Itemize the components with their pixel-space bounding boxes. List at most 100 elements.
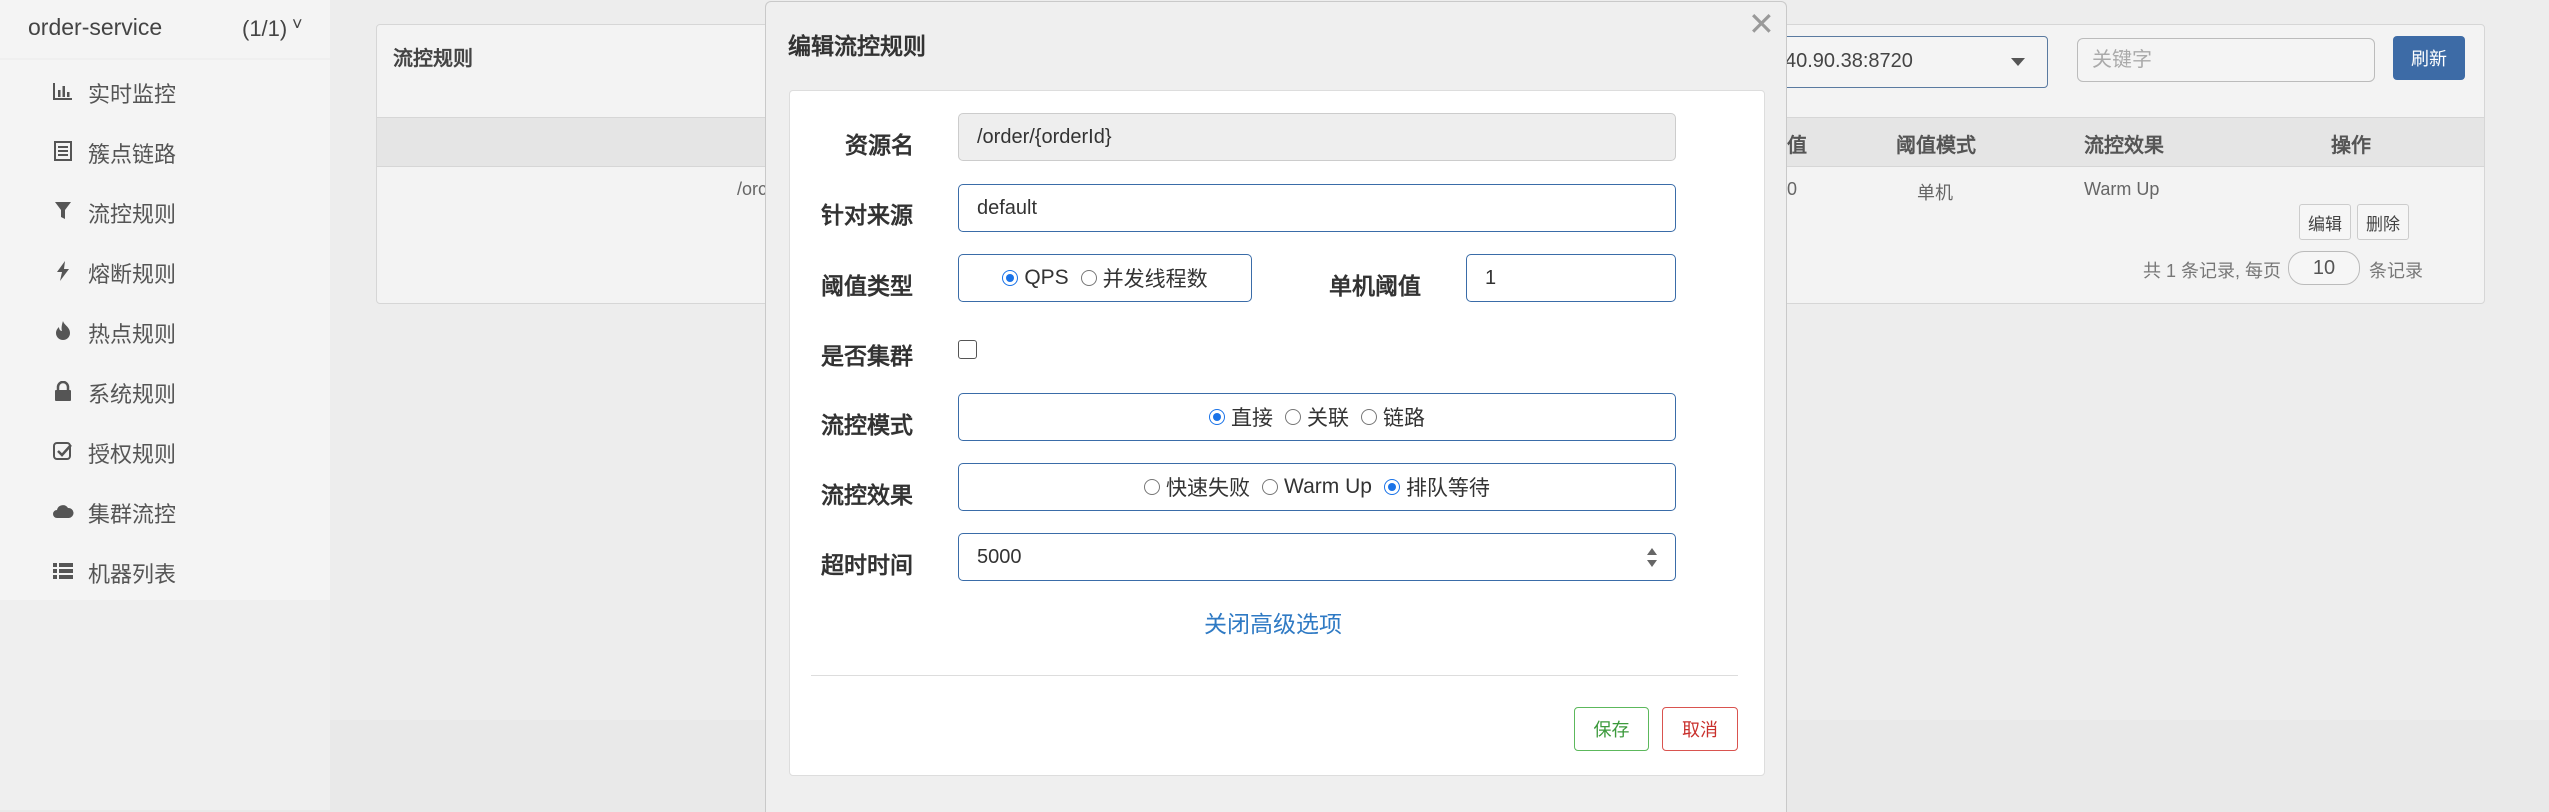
flow-effect-radio-group: 快速失败 Warm Up 排队等待 <box>958 463 1676 511</box>
sidebar-item-label: 授权规则 <box>88 442 177 467</box>
column-header-threshold: 值 <box>1787 135 1807 157</box>
flow-mode-chain-radio[interactable]: 链路 <box>1361 402 1425 432</box>
radio-label: 快速失败 <box>1166 477 1251 500</box>
app-header[interactable]: order-service (1/1) ˅ <box>0 0 330 58</box>
panel-title: 流控规则 <box>393 48 473 70</box>
radio-unchecked-icon <box>1080 270 1097 286</box>
fire-icon <box>52 320 74 342</box>
threshold-type-label: 阈值类型 <box>821 273 913 299</box>
delete-rule-button[interactable]: 删除 <box>2357 204 2409 240</box>
radio-label: Warm Up <box>1284 475 1372 498</box>
page-size-input[interactable]: 10 <box>2288 251 2360 285</box>
resource-name-value: /order/{orderId} <box>977 126 1112 148</box>
radio-label: 关联 <box>1307 407 1349 430</box>
filter-icon <box>52 200 74 222</box>
pager-summary: 共 1 条记录, 每页 <box>2143 261 2282 281</box>
sidebar-item-label: 熔断规则 <box>88 262 177 287</box>
sidebar-item-cluster-flow[interactable]: 集群流控 <box>0 480 330 540</box>
column-header-flow-effect: 流控效果 <box>2084 135 2164 157</box>
lock-icon <box>52 380 74 402</box>
threshold-type-thread-radio[interactable]: 并发线程数 <box>1080 263 1208 293</box>
modal-title: 编辑流控规则 <box>788 33 926 59</box>
close-icon[interactable]: ✕ <box>1748 8 1775 40</box>
sidebar-item-machine-list[interactable]: 机器列表 <box>0 540 330 600</box>
flow-mode-label: 流控模式 <box>821 412 913 438</box>
flow-mode-relate-radio[interactable]: 关联 <box>1285 402 1349 432</box>
flow-mode-direct-radio[interactable]: 直接 <box>1209 402 1273 432</box>
column-header-threshold-mode: 阈值模式 <box>1896 135 1976 157</box>
radio-label: 并发线程数 <box>1102 268 1208 291</box>
number-spinner-icon[interactable] <box>1647 546 1657 572</box>
timeout-label: 超时时间 <box>821 552 913 578</box>
column-header-actions: 操作 <box>2331 135 2371 157</box>
sidebar-item-system-rules[interactable]: 系统规则 <box>0 360 330 420</box>
flow-mode-radio-group: 直接 关联 链路 <box>958 393 1676 441</box>
radio-unchecked-icon <box>1361 409 1377 425</box>
radio-checked-icon <box>1002 270 1019 286</box>
radio-checked-icon <box>1383 479 1400 495</box>
list-icon <box>52 140 74 162</box>
radio-checked-icon <box>1209 409 1225 425</box>
cell-threshold-mode: 单机 <box>1917 183 1953 203</box>
radio-unchecked-icon <box>1262 479 1279 495</box>
pager-suffix: 条记录 <box>2369 261 2423 281</box>
radio-label: 直接 <box>1231 407 1273 430</box>
caret-down-icon <box>2011 58 2025 66</box>
cancel-button[interactable]: 取消 <box>1662 707 1738 751</box>
single-threshold-input[interactable]: 1 <box>1466 254 1676 302</box>
source-label: 针对来源 <box>821 202 913 228</box>
app-instance-count: (1/1) <box>242 16 288 41</box>
resource-name-label: 资源名 <box>845 132 914 158</box>
refresh-button[interactable]: 刷新 <box>2393 36 2465 80</box>
app-name: order-service <box>28 14 163 40</box>
sidebar-item-label: 实时监控 <box>88 82 177 107</box>
sidebar-item-degrade-rules[interactable]: 熔断规则 <box>0 240 330 300</box>
save-button[interactable]: 保存 <box>1574 707 1649 751</box>
cluster-checkbox[interactable] <box>958 340 977 359</box>
radio-unchecked-icon <box>1285 409 1301 425</box>
flow-effect-warm-up-radio[interactable]: Warm Up <box>1262 475 1372 499</box>
flow-effect-label: 流控效果 <box>821 482 913 508</box>
sidebar-item-authority-rules[interactable]: 授权规则 <box>0 420 330 480</box>
source-value: default <box>977 197 1038 219</box>
close-advanced-options-link[interactable]: 关闭高级选项 <box>1204 605 1342 639</box>
single-threshold-label: 单机阈值 <box>1329 273 1421 299</box>
machine-select-value: 40.90.38:8720 <box>1785 50 1913 72</box>
radio-label: 链路 <box>1383 407 1425 430</box>
flow-effect-queue-radio[interactable]: 排队等待 <box>1383 472 1490 502</box>
sidebar-item-flow-rules[interactable]: 流控规则 <box>0 180 330 240</box>
cluster-label: 是否集群 <box>821 343 913 369</box>
sidebar-item-cluster-point-link[interactable]: 簇点链路 <box>0 120 330 180</box>
bar-chart-icon <box>52 80 74 102</box>
timeout-value: 5000 <box>977 546 1022 568</box>
chevron-down-icon[interactable]: ˅ <box>292 14 303 35</box>
check-square-icon <box>52 440 74 462</box>
keyword-search-input[interactable] <box>2077 38 2375 82</box>
radio-label: 排队等待 <box>1405 477 1490 500</box>
cell-resource: /orc <box>737 179 768 199</box>
source-input[interactable]: default <box>958 184 1676 232</box>
sidebar-item-label: 簇点链路 <box>88 142 177 167</box>
sidebar-item-realtime-monitor[interactable]: 实时监控 <box>0 60 330 120</box>
resource-name-field: /order/{orderId} <box>958 113 1676 161</box>
cell-threshold: 0 <box>1787 179 1798 199</box>
sidebar-item-label: 热点规则 <box>88 322 177 347</box>
cloud-icon <box>52 500 74 522</box>
sidebar-item-label: 流控规则 <box>88 202 177 227</box>
edit-rule-button[interactable]: 编辑 <box>2299 204 2351 240</box>
sidebar: order-service (1/1) ˅ 实时监控 簇点链路 流控规则 熔断规… <box>0 0 330 810</box>
sidebar-item-hotspot-rules[interactable]: 热点规则 <box>0 300 330 360</box>
sidebar-item-label: 机器列表 <box>88 562 177 587</box>
bolt-icon <box>52 260 74 282</box>
sidebar-item-label: 系统规则 <box>88 382 177 407</box>
single-threshold-value: 1 <box>1485 267 1497 289</box>
timeout-input[interactable]: 5000 <box>958 533 1676 581</box>
machine-select[interactable]: 40.90.38:8720 <box>1774 36 2048 88</box>
threshold-type-radio-group: QPS 并发线程数 <box>958 254 1252 302</box>
threshold-type-qps-radio[interactable]: QPS <box>1002 266 1069 290</box>
cell-flow-effect: Warm Up <box>2084 179 2160 199</box>
th-list-icon <box>52 560 74 582</box>
modal-footer-divider <box>811 675 1738 676</box>
sidebar-item-label: 集群流控 <box>88 502 177 527</box>
flow-effect-fast-fail-radio[interactable]: 快速失败 <box>1144 472 1250 502</box>
